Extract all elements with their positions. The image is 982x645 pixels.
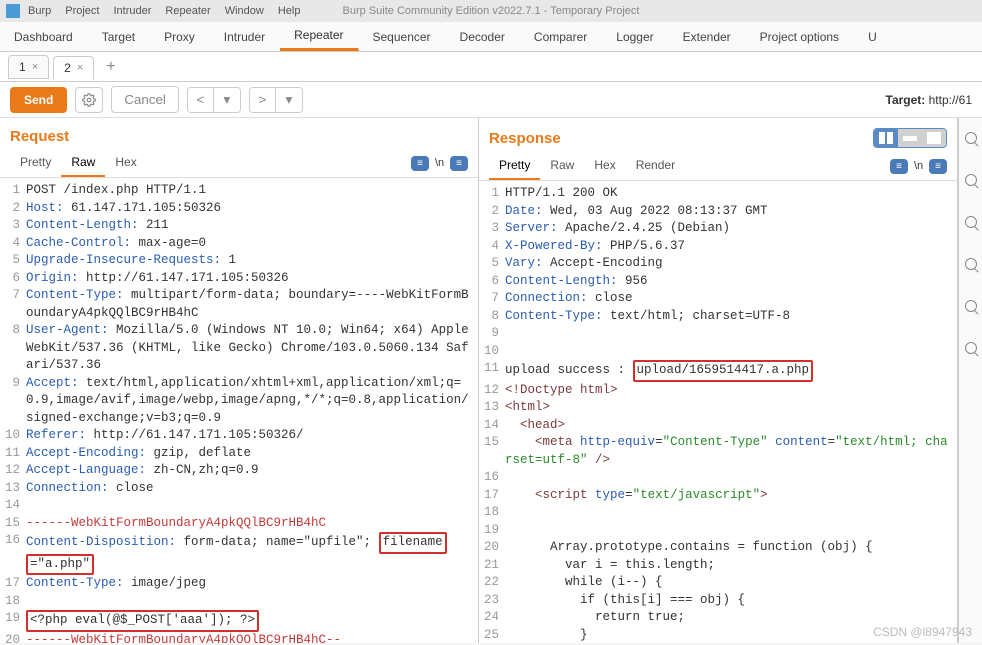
add-tab-button[interactable]: +: [98, 56, 123, 78]
request-pane: Request PrettyRawHex ≡ \n ≡ 1POST /index…: [0, 118, 479, 643]
search-icon[interactable]: [965, 132, 977, 144]
repeater-subtabs: 1×2× +: [0, 52, 982, 82]
tab-decoder[interactable]: Decoder: [446, 22, 520, 51]
view-raw[interactable]: Raw: [540, 152, 584, 180]
editor-panes: Request PrettyRawHex ≡ \n ≡ 1POST /index…: [0, 118, 982, 643]
history-prev-dropdown[interactable]: ▾: [214, 88, 240, 112]
search-icon[interactable]: [965, 174, 977, 186]
search-icon[interactable]: [965, 342, 977, 354]
response-pane: Response PrettyRawHexRender ≡ \n ≡ 1HTTP…: [479, 118, 958, 643]
history-nav: < ▾: [187, 87, 241, 113]
window-title: Burp Suite Community Edition v2022.7.1 -…: [343, 5, 640, 17]
response-editor[interactable]: 1HTTP/1.1 200 OK2Date: Wed, 03 Aug 2022 …: [479, 181, 957, 643]
history-prev-button[interactable]: <: [188, 88, 214, 112]
repeater-tab-2[interactable]: 2×: [53, 56, 94, 80]
history-next-dropdown[interactable]: ▾: [276, 88, 302, 112]
actions-badge-icon[interactable]: ≡: [890, 159, 908, 174]
newline-toggle[interactable]: \n: [435, 157, 444, 169]
gear-icon[interactable]: [75, 87, 103, 113]
tab-target[interactable]: Target: [88, 22, 150, 51]
action-row: Send Cancel < ▾ > ▾ Target: http://61: [0, 82, 982, 118]
history-next-button[interactable]: >: [250, 88, 276, 112]
menu-repeater[interactable]: Repeater: [165, 5, 210, 17]
response-title: Response: [489, 130, 561, 147]
view-pretty[interactable]: Pretty: [489, 152, 540, 180]
tab-u[interactable]: U: [854, 22, 892, 51]
menu-help[interactable]: Help: [278, 5, 301, 17]
tab-repeater[interactable]: Repeater: [280, 22, 358, 51]
inspector-strip: [958, 118, 982, 643]
tab-dashboard[interactable]: Dashboard: [0, 22, 88, 51]
response-view-tabs: PrettyRawHexRender ≡ \n ≡: [479, 152, 957, 181]
actions-menu-icon[interactable]: ≡: [450, 156, 468, 171]
search-icon[interactable]: [965, 300, 977, 312]
repeater-tab-1[interactable]: 1×: [8, 55, 49, 79]
tab-intruder[interactable]: Intruder: [210, 22, 280, 51]
view-raw[interactable]: Raw: [61, 149, 105, 177]
request-editor[interactable]: 1POST /index.php HTTP/1.12Host: 61.147.1…: [0, 178, 478, 643]
layout-toggle[interactable]: [873, 128, 947, 148]
request-title: Request: [10, 128, 69, 145]
view-render[interactable]: Render: [626, 152, 685, 180]
view-pretty[interactable]: Pretty: [10, 149, 61, 177]
menu-burp[interactable]: Burp: [28, 5, 51, 17]
actions-menu-icon[interactable]: ≡: [929, 159, 947, 174]
close-icon[interactable]: ×: [32, 61, 38, 73]
search-icon[interactable]: [965, 216, 977, 228]
menubar: Burp Project Intruder Repeater Window Help Bu…: [0, 0, 982, 22]
app-icon: [6, 4, 20, 18]
actions-badge-icon[interactable]: ≡: [411, 156, 429, 171]
menu-project[interactable]: Project: [65, 5, 99, 17]
history-nav-forward: > ▾: [249, 87, 303, 113]
newline-toggle[interactable]: \n: [914, 160, 923, 172]
view-hex[interactable]: Hex: [105, 149, 146, 177]
send-button[interactable]: Send: [10, 87, 67, 113]
target-label[interactable]: Target: http://61: [886, 93, 973, 107]
tab-comparer[interactable]: Comparer: [520, 22, 602, 51]
cancel-button[interactable]: Cancel: [111, 86, 179, 113]
request-view-tabs: PrettyRawHex ≡ \n ≡: [0, 149, 478, 178]
tab-sequencer[interactable]: Sequencer: [359, 22, 446, 51]
menu-window[interactable]: Window: [225, 5, 264, 17]
menu-intruder[interactable]: Intruder: [114, 5, 152, 17]
tab-project-options[interactable]: Project options: [746, 22, 854, 51]
view-hex[interactable]: Hex: [584, 152, 625, 180]
search-icon[interactable]: [965, 258, 977, 270]
tab-extender[interactable]: Extender: [669, 22, 746, 51]
watermark: CSDN @l8947943: [873, 625, 972, 639]
main-tabs: DashboardTargetProxyIntruderRepeaterSequ…: [0, 22, 982, 52]
tab-logger[interactable]: Logger: [602, 22, 668, 51]
tab-proxy[interactable]: Proxy: [150, 22, 210, 51]
close-icon[interactable]: ×: [77, 62, 83, 74]
